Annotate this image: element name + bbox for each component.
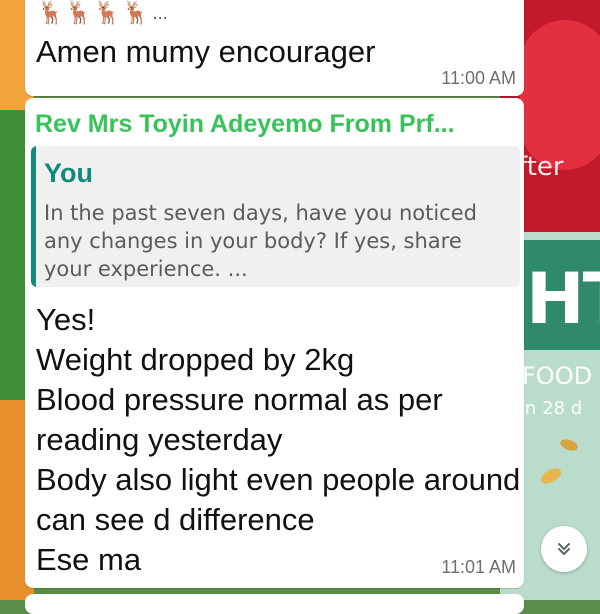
emoji-row: 🦌 🦌 🦌 🦌 ... <box>37 2 168 24</box>
sender-name[interactable]: Rev Mrs Toyin Adeyemo From Prf... <box>35 110 455 139</box>
quote-text: In the past seven days, have you noticed… <box>44 201 477 281</box>
message-bubble[interactable] <box>25 594 524 614</box>
wallpaper-text: fter <box>518 152 564 182</box>
message-bubble[interactable]: 🦌 🦌 🦌 🦌 ... Amen mumy encourager 11:00 A… <box>25 0 524 96</box>
wallpaper-text: in 28 d <box>520 398 583 419</box>
message-bubble[interactable]: Rev Mrs Toyin Adeyemo From Prf... You In… <box>25 98 524 588</box>
wallpaper-shape <box>520 20 600 170</box>
message-time: 11:01 AM <box>441 557 516 577</box>
deer-emoji-icon: 🦌 <box>65 0 93 25</box>
wallpaper-text: FOOD <box>522 362 593 390</box>
message-time: 11:00 AM <box>441 68 516 88</box>
deer-emoji-icon: 🦌 <box>93 0 122 25</box>
quote-author: You <box>44 158 93 188</box>
message-text: Amen mumy encourager <box>36 34 376 69</box>
message-text: Yes! Weight dropped by 2kg Blood pressur… <box>36 302 521 577</box>
quote-accent-bar <box>31 146 36 287</box>
scroll-to-bottom-button[interactable] <box>541 526 587 572</box>
deer-emoji-icon: 🦌 <box>122 0 150 25</box>
wallpaper-text: HT <box>526 258 600 340</box>
quoted-message[interactable]: You In the past seven days, have you not… <box>31 146 520 287</box>
truncation-ellipsis: ... <box>152 3 168 23</box>
double-chevron-down-icon <box>558 543 570 555</box>
deer-emoji-icon: 🦌 <box>37 0 65 25</box>
